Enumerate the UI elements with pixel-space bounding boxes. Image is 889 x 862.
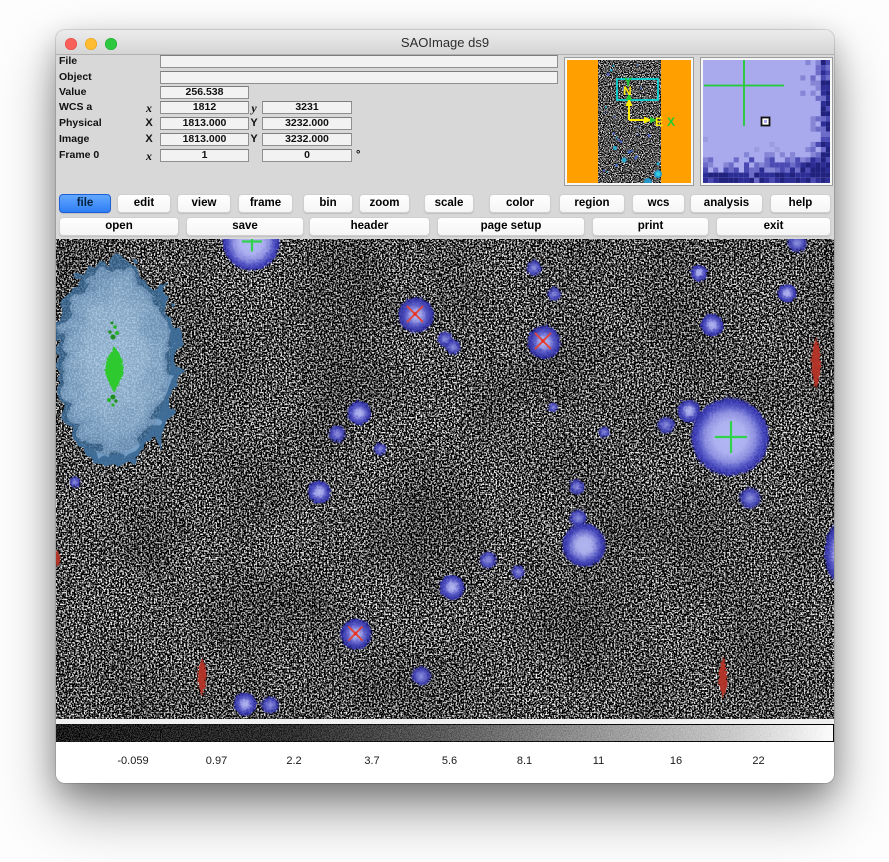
svg-text:N: N (623, 84, 632, 98)
svg-text:X: X (667, 115, 675, 129)
svg-text:E: E (655, 115, 663, 129)
